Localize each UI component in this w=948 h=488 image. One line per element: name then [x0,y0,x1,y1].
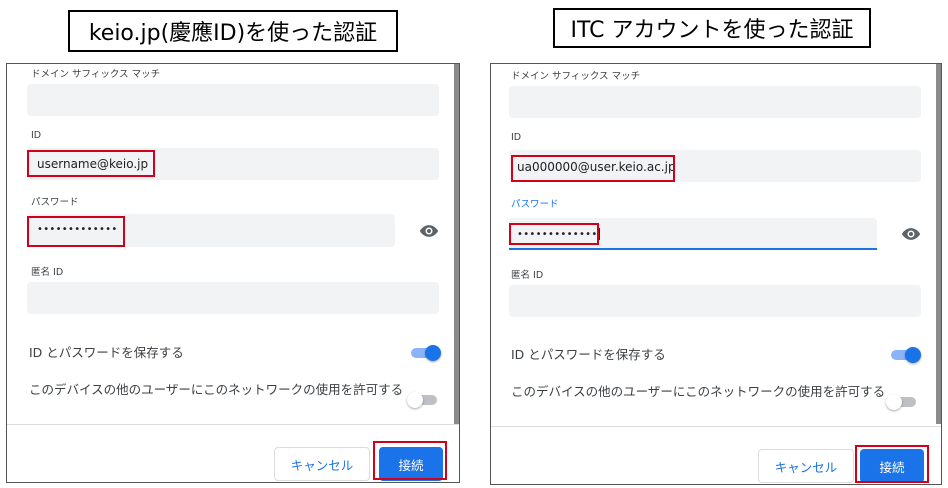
highlight-box [27,216,125,247]
divider [491,426,941,427]
anonymous-id-field[interactable] [27,282,439,314]
share-network-label: このデバイスの他のユーザーにこのネットワークの使用を許可する [29,382,404,397]
highlight-box [27,150,155,177]
highlight-box [509,223,599,245]
visibility-eye-icon[interactable] [901,227,921,241]
title-keio-jp: keio.jp(慶應ID)を使った認証 [68,10,398,52]
domain-suffix-field[interactable] [509,86,921,118]
toggle-thumb [407,392,423,408]
left-dialog-panel: ドメイン サフィックス マッチ ID username@keio.jp パスワー… [6,63,460,483]
share-network-toggle[interactable] [886,394,918,410]
password-label: パスワード [31,197,79,208]
password-label: パスワード [511,199,559,210]
scrollbar[interactable] [454,64,459,424]
save-credentials-toggle[interactable] [409,345,441,361]
title-itc-account: ITC アカウントを使った認証 [553,8,871,48]
domain-suffix-label: ドメイン サフィックス マッチ [31,69,161,80]
highlight-box [373,441,447,480]
visibility-eye-icon[interactable] [419,224,439,238]
anonymous-id-field[interactable] [509,285,921,317]
save-credentials-label: ID とパスワードを保存する [511,347,666,362]
toggle-thumb [425,345,441,361]
anonymous-id-label: 匿名 ID [511,270,544,281]
toggle-thumb [905,347,921,363]
save-credentials-toggle[interactable] [889,347,921,363]
divider [7,424,459,425]
share-network-toggle[interactable] [407,392,439,408]
save-credentials-label: ID とパスワードを保存する [29,345,184,360]
highlight-box [855,445,929,483]
id-label: ID [511,132,522,143]
anonymous-id-label: 匿名 ID [31,267,64,278]
right-dialog-panel: ドメイン サフィックス マッチ ID ua000000@user.keio.ac… [490,63,942,485]
domain-suffix-field[interactable] [27,84,439,116]
domain-suffix-label: ドメイン サフィックス マッチ [511,71,641,82]
cancel-button[interactable]: キャンセル [274,447,370,481]
share-network-label: このデバイスの他のユーザーにこのネットワークの使用を許可する [511,384,886,399]
cancel-button[interactable]: キャンセル [758,449,854,483]
scrollbar[interactable] [936,64,941,424]
highlight-box [511,155,675,182]
id-label: ID [31,130,42,141]
toggle-thumb [886,394,902,410]
